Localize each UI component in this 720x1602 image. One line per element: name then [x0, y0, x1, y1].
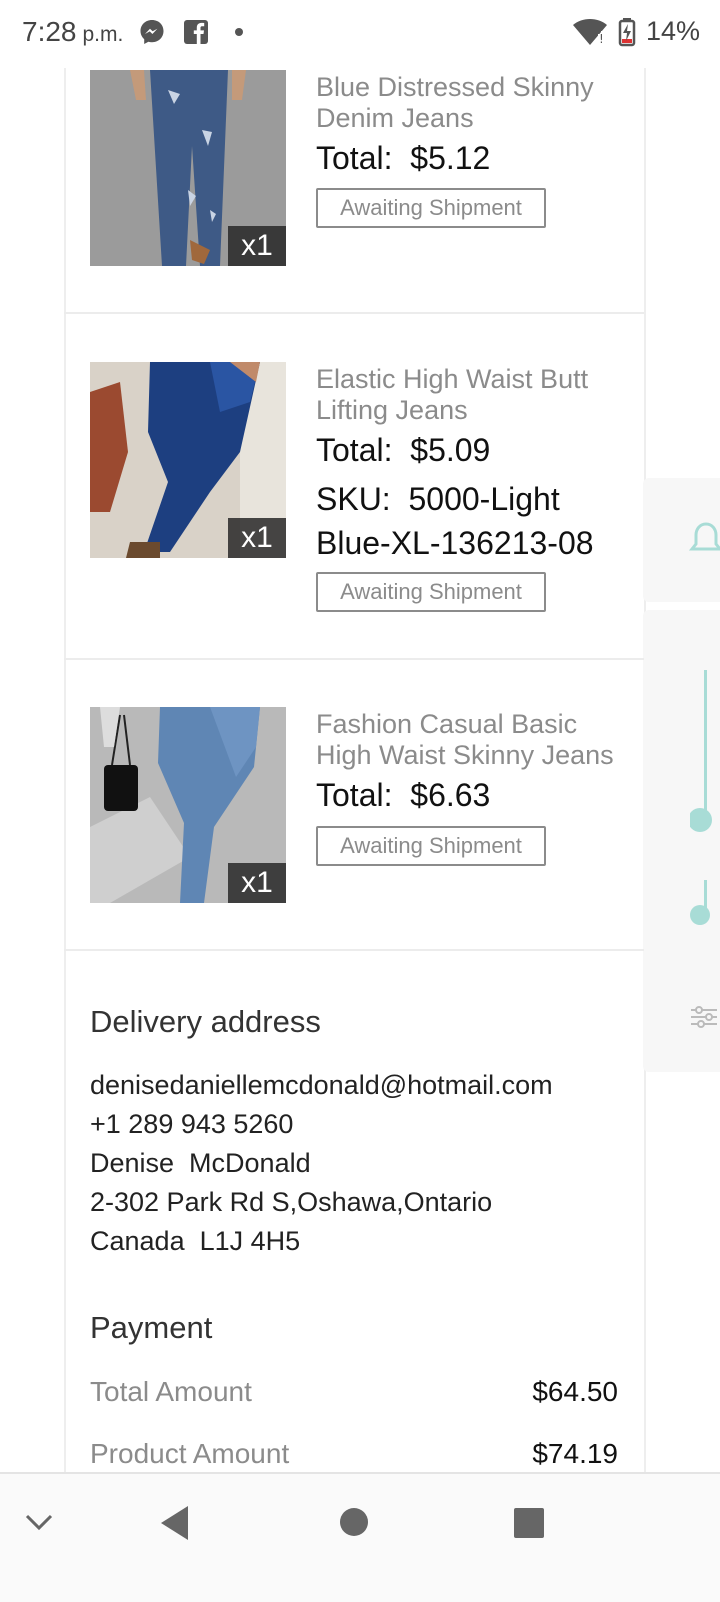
chevron-down-icon[interactable] — [24, 1512, 54, 1532]
section-divider — [64, 949, 644, 951]
product-title[interactable]: Fashion Casual Basic High Waist Skinny J… — [316, 709, 626, 771]
product-title[interactable]: Blue Distressed Skinny Denim Jeans — [316, 72, 626, 134]
system-nav-bar — [0, 1472, 720, 1602]
delivery-name: Denise McDonald — [90, 1148, 311, 1178]
product-amount-label: Product Amount — [90, 1438, 290, 1469]
battery-percent: 14% — [645, 16, 700, 46]
wifi-icon: ! — [572, 18, 607, 46]
item-divider — [64, 658, 644, 660]
product-title[interactable]: Elastic High Waist Butt Lifting Jeans — [316, 364, 626, 426]
product-total: Total: $5.09 — [316, 432, 490, 469]
clock-time: 7:28 — [22, 16, 77, 47]
total-value: $6.63 — [410, 777, 491, 813]
product-total: Total: $5.12 — [316, 140, 490, 177]
notification-dot-icon — [235, 28, 243, 36]
item-divider — [64, 312, 644, 314]
status-right: ! 14% — [572, 16, 700, 47]
delivery-street: 2-302 Park Rd S,Oshawa,Ontario — [90, 1187, 493, 1217]
payment-title: Payment — [90, 1310, 213, 1345]
recents-icon[interactable] — [514, 1508, 544, 1538]
product-sku: SKU: 5000-Light Blue-XL-136213-08 — [316, 477, 626, 565]
total-value: $5.12 — [410, 140, 491, 176]
svg-text:!: ! — [599, 32, 604, 46]
sku-label: SKU: — [316, 481, 391, 517]
delivery-country-postal: Canada L1J 4H5 — [90, 1226, 301, 1256]
total-label: Total: — [316, 432, 393, 468]
delivery-email: denisedaniellemcdonald@hotmail.com — [90, 1070, 553, 1100]
product-image-1[interactable]: x1 — [90, 70, 286, 266]
status-badge: Awaiting Shipment — [316, 188, 546, 228]
filter-icon — [691, 1006, 717, 1028]
side-panel-peek-top — [643, 478, 720, 602]
music-note-icon — [690, 670, 712, 925]
product-total: Total: $6.63 — [316, 777, 490, 814]
total-amount-value: $64.50 — [532, 1376, 618, 1407]
product-image-2[interactable]: x1 — [90, 362, 286, 558]
side-panel-peek-bottom — [643, 610, 720, 1072]
quantity-label: x1 — [228, 226, 286, 266]
facebook-icon — [184, 20, 208, 44]
back-icon[interactable] — [158, 1504, 192, 1542]
bell-icon — [689, 522, 720, 551]
status-bar: 7:28 p.m. ! 14% — [0, 0, 720, 68]
total-label: Total: — [316, 140, 393, 176]
total-amount-label: Total Amount — [90, 1376, 252, 1407]
status-badge: Awaiting Shipment — [316, 572, 546, 612]
quantity-label: x1 — [228, 518, 286, 558]
home-icon[interactable] — [338, 1506, 370, 1538]
total-label: Total: — [316, 777, 393, 813]
quantity-label: x1 — [228, 863, 286, 903]
status-time: 7:28 p.m. — [22, 16, 123, 48]
status-badge: Awaiting Shipment — [316, 826, 546, 866]
total-value: $5.09 — [410, 432, 491, 468]
delivery-phone: +1 289 943 5260 — [90, 1109, 294, 1139]
product-image-3[interactable]: x1 — [90, 707, 286, 903]
clock-ampm: p.m. — [82, 23, 124, 46]
product-amount-value: $74.19 — [532, 1438, 618, 1469]
delivery-address-title: Delivery address — [90, 1004, 321, 1039]
messenger-icon — [140, 20, 164, 44]
battery-charging-icon — [618, 17, 636, 46]
